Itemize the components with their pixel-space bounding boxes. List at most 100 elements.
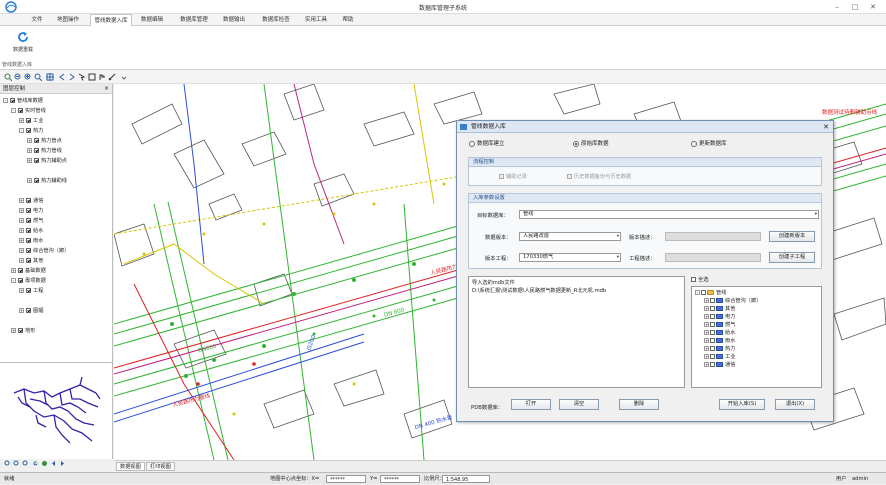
menu-db-check[interactable]: 数据库检查 bbox=[256, 14, 296, 26]
chevron-down-icon: ▾ bbox=[814, 212, 817, 217]
ov-back-icon[interactable] bbox=[50, 460, 57, 467]
select-icon[interactable] bbox=[78, 73, 86, 81]
import-dialog: 管线数据入库 ✕ 数据库建立 原始库数据 更新数据库 流程控制 辅助记录 历史数… bbox=[456, 120, 834, 422]
layer-node-heat[interactable]: + 热力 bbox=[704, 346, 735, 353]
tab-data-view[interactable]: 数据视图 bbox=[116, 462, 145, 471]
tree-node-heat-point[interactable]: + 热力管点 bbox=[27, 137, 62, 145]
tree-node-realtime[interactable]: - 实时管线 bbox=[11, 107, 46, 115]
layer-node-water[interactable]: + 给水 bbox=[704, 330, 735, 337]
import-group-title: 入库参数设置 bbox=[469, 194, 821, 203]
menu-data-edit[interactable]: 数据编辑 bbox=[136, 14, 168, 26]
close-button[interactable]: ✕ bbox=[866, 1, 880, 13]
menu-bar: 文件 地图操作 管线数据入库 数据编辑 数据库管理 数据输出 数据库检查 实用工… bbox=[0, 14, 886, 27]
layer-node-tunnel[interactable]: + 综合管沟（廊） bbox=[704, 298, 761, 305]
tree-node-special-data[interactable]: - 專项数据 bbox=[11, 277, 46, 285]
radio-build-db[interactable]: 数据库建立 bbox=[469, 139, 505, 147]
status-x-value: ****** bbox=[326, 475, 366, 483]
ribbon: 数据重载 管线数据入库 bbox=[0, 26, 886, 70]
clear-button[interactable]: 清空 bbox=[559, 399, 599, 410]
project-desc-field bbox=[665, 253, 761, 262]
refresh-icon[interactable] bbox=[68, 73, 76, 81]
tree-node-project[interactable]: + 工程 bbox=[19, 287, 43, 295]
layer-node-telecom[interactable]: + 通信 bbox=[704, 362, 735, 369]
ov-pan-icon[interactable] bbox=[22, 460, 29, 467]
tree-node-telecom[interactable]: + 通信 bbox=[19, 197, 43, 205]
tree-node-water[interactable]: + 给水 bbox=[19, 227, 43, 235]
layer-panel-title-text: 图层控制 bbox=[3, 86, 26, 92]
menu-data-output[interactable]: 数据输出 bbox=[218, 14, 250, 26]
delete-button[interactable]: 删除 bbox=[619, 399, 659, 410]
tree-node-heat[interactable]: - 热力 bbox=[19, 127, 43, 135]
tree-node-gas[interactable]: + 燃气 bbox=[19, 217, 43, 225]
open-button[interactable]: 打开 bbox=[511, 399, 551, 410]
tree-node-heat-aux-point[interactable]: + 热力辅助点 bbox=[27, 157, 67, 165]
layer-node-rain[interactable]: + 雨水 bbox=[704, 338, 735, 345]
create-subproject-button[interactable]: 创建子工程 bbox=[769, 252, 815, 263]
version-select[interactable]: 人民路改造 ▾ bbox=[519, 232, 621, 241]
target-db-select[interactable]: 管线 ▾ bbox=[519, 210, 819, 219]
panel-close-button[interactable]: × bbox=[104, 84, 109, 94]
tree-node-rain[interactable]: + 雨水 bbox=[19, 237, 43, 245]
menu-db-manage[interactable]: 数据库管理 bbox=[174, 14, 214, 26]
project-desc-label: 工程描述： bbox=[629, 256, 656, 262]
tree-node-heat-line[interactable]: + 热力管线 bbox=[27, 147, 62, 155]
folder-icon bbox=[707, 290, 714, 295]
measure-icon[interactable] bbox=[98, 73, 106, 81]
chevron-down-icon: ▾ bbox=[616, 234, 619, 239]
ov-refresh-icon[interactable] bbox=[32, 460, 39, 467]
tab-print-view[interactable]: 打印视图 bbox=[146, 462, 175, 471]
tree-node-utility-tunnel[interactable]: + 综合管沟（廊） bbox=[19, 247, 69, 255]
ov-zoom-in-icon[interactable] bbox=[4, 460, 11, 467]
status-ready: 就绪 bbox=[4, 476, 15, 482]
zoom-out-icon[interactable] bbox=[14, 73, 22, 81]
target-db-label: 目标数据库： bbox=[477, 213, 509, 219]
zoom-in-icon[interactable] bbox=[4, 73, 12, 81]
next-view-icon[interactable] bbox=[58, 73, 66, 81]
overview-map[interactable] bbox=[0, 362, 112, 458]
more-icon[interactable] bbox=[120, 73, 128, 81]
clear-icon[interactable] bbox=[108, 73, 116, 81]
start-import-button[interactable]: 开始入库(S) bbox=[719, 399, 765, 410]
tree-node-base-data[interactable]: + 基础数据 bbox=[11, 267, 46, 275]
status-user-value: admin bbox=[852, 476, 869, 482]
menu-map-ops[interactable]: 地图操作 bbox=[52, 14, 84, 26]
ov-globe-icon[interactable] bbox=[41, 460, 48, 467]
dialog-close-button[interactable]: ✕ bbox=[823, 121, 829, 133]
layer-node-industry[interactable]: + 工业 bbox=[704, 354, 735, 361]
tree-node-root[interactable]: - 管线库数据 bbox=[3, 97, 43, 105]
full-extent-icon[interactable] bbox=[34, 73, 42, 81]
minimize-button[interactable]: – bbox=[830, 1, 844, 13]
tree-node-industry[interactable]: + 工业 bbox=[19, 117, 43, 125]
radio-update-db[interactable]: 更新数据库 bbox=[691, 139, 727, 147]
status-y-value: ****** bbox=[380, 475, 420, 483]
menu-tools[interactable]: 实用工具 bbox=[300, 14, 332, 26]
tree-node-power[interactable]: + 电力 bbox=[19, 207, 43, 215]
prev-view-icon[interactable] bbox=[46, 73, 54, 81]
identify-icon[interactable] bbox=[88, 73, 96, 81]
layer-node-other[interactable]: + 其他 bbox=[704, 306, 735, 313]
view-tabs: 数据视图 打印视图 bbox=[114, 460, 886, 471]
radio-original-db[interactable]: 原始库数据 bbox=[573, 139, 609, 147]
tree-node-other[interactable]: + 其他 bbox=[19, 257, 43, 265]
reload-data-button[interactable]: 数据重载 bbox=[8, 30, 38, 58]
tree-node-heat-aux-line[interactable]: + 热力辅助线 bbox=[27, 177, 67, 185]
layer-icon bbox=[716, 322, 723, 327]
layer-node-power[interactable]: + 电力 bbox=[704, 314, 735, 321]
select-all-checkbox[interactable]: 全选 bbox=[691, 275, 709, 283]
chevron-down-icon: ▾ bbox=[616, 255, 619, 260]
mdb-file-list[interactable]: 导入选的mdb文件 D:\系统汇报\测试数据\人民路燃气数据更新_R北元机.md… bbox=[468, 276, 685, 388]
ov-zoom-out-icon[interactable] bbox=[13, 460, 20, 467]
layer-node-pipeline[interactable]: - 管线 bbox=[695, 290, 726, 297]
refresh-icon bbox=[18, 32, 28, 42]
project-select[interactable]: 170330燃气 ▾ bbox=[519, 253, 621, 262]
layer-node-gas[interactable]: + 燃气 bbox=[704, 322, 735, 329]
maximize-button[interactable]: □ bbox=[848, 1, 862, 13]
menu-file[interactable]: 文件 bbox=[26, 14, 48, 26]
pan-icon[interactable] bbox=[24, 73, 32, 81]
ov-forward-icon[interactable] bbox=[59, 460, 66, 467]
menu-help[interactable]: 帮助 bbox=[336, 14, 360, 26]
tree-node-map-sheet[interactable]: + 图幅 bbox=[19, 307, 43, 315]
exit-button[interactable]: 退出(X) bbox=[775, 399, 815, 410]
tree-node-terrain[interactable]: + 地形 bbox=[11, 327, 35, 335]
create-version-button[interactable]: 创建新版本 bbox=[769, 231, 815, 242]
